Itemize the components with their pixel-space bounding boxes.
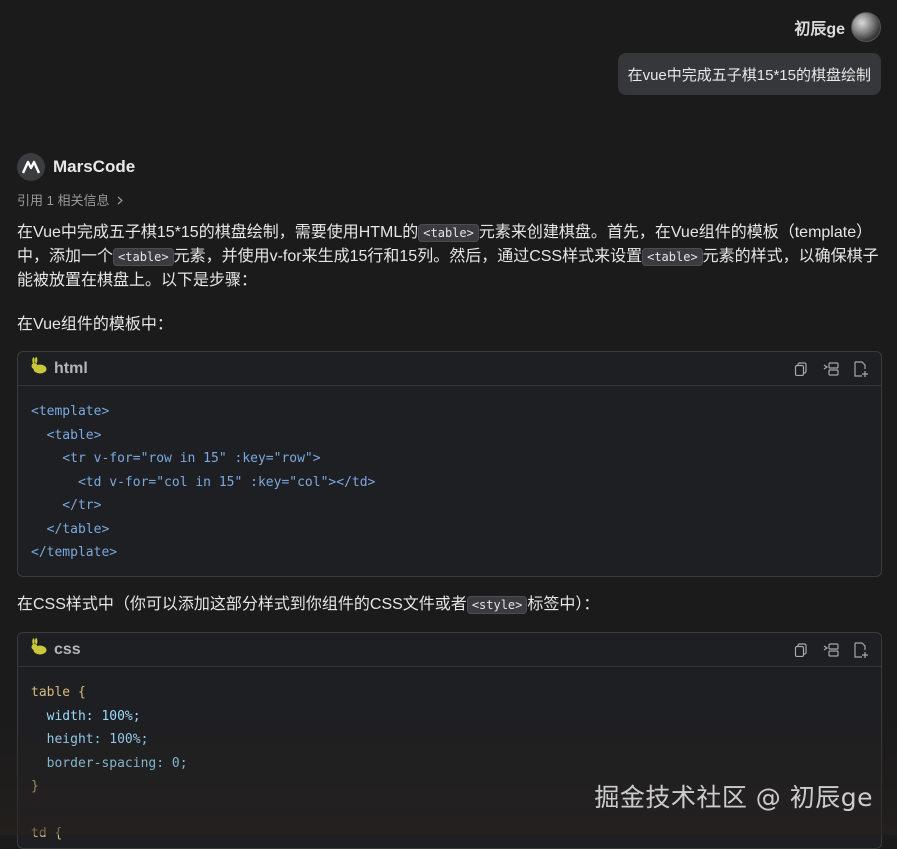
marscode-logo-icon: [17, 153, 45, 181]
p3-text-a: 在CSS样式中（你可以添加这部分样式到你组件的CSS文件或者: [17, 596, 467, 613]
code-language: css: [54, 640, 81, 658]
code-token: </table>: [31, 521, 110, 537]
assistant-header: MarsCode: [17, 153, 135, 181]
code-line: <table>: [31, 427, 102, 443]
references-label: 引用 1 相关信息: [17, 193, 110, 208]
inline-code-table: <table>: [642, 248, 703, 266]
user-name: 初辰ge: [794, 21, 845, 38]
user-row: 初辰ge: [794, 12, 881, 42]
rabbit-icon: [30, 357, 48, 380]
code-token: width: 100%;: [31, 708, 141, 724]
copy-icon[interactable]: [793, 361, 809, 377]
chevron-right-icon: [117, 193, 124, 208]
code-line: <tr v-for="row in 15" :key="row">: [31, 451, 321, 466]
code-body: <template> <table> <tr v-for="row in 15"…: [18, 386, 881, 576]
user-message-bubble: 在vue中完成五子棋15*15的棋盘绘制: [617, 53, 881, 95]
code-token: td {: [31, 826, 63, 841]
answer-paragraph-3: 在CSS样式中（你可以添加这部分样式到你组件的CSS文件或者 <style> 标签中…: [17, 593, 880, 617]
code-line: table {: [31, 685, 86, 700]
code-token: height: 100%;: [31, 732, 149, 747]
code-block-header: html: [18, 352, 881, 386]
code-line: width: 100%;: [31, 709, 141, 724]
watermark: 掘金技术社区 @ 初辰ge: [594, 783, 873, 812]
p1-text-c: 元素，并使用v-for来生成15行和15列。然后，通过CSS样式来设置: [173, 248, 643, 265]
rabbit-icon: [30, 638, 48, 661]
inline-code-style: <style>: [466, 596, 528, 614]
code-line: </template>: [31, 545, 117, 560]
code-token: </template>: [31, 545, 118, 560]
assistant-name: MarsCode: [53, 157, 136, 176]
code-token: <td v-for="col in 15" :key="col"></td>: [31, 474, 376, 490]
code-token: <template>: [31, 404, 110, 419]
code-token: <tr v-for="row in 15" :key="row">: [31, 451, 321, 466]
code-token: }: [31, 779, 39, 794]
code-line: <template>: [31, 404, 109, 419]
code-token: border-spacing: 0;: [31, 755, 188, 771]
p1-text-a: 在Vue中完成五子棋15*15的棋盘绘制，需要使用HTML的: [17, 224, 419, 241]
insert-icon[interactable]: [823, 642, 839, 658]
user-avatar[interactable]: [851, 12, 881, 42]
code-block-html: html <template> <table> <tr v-for="row i…: [17, 351, 882, 577]
p3-text-b: 标签中）：: [527, 596, 600, 613]
new-file-icon[interactable]: [853, 360, 869, 377]
code-line: height: 100%;: [31, 732, 149, 747]
references-link[interactable]: 引用 1 相关信息: [17, 190, 124, 209]
code-line: </tr>: [31, 498, 101, 513]
copy-icon[interactable]: [793, 642, 809, 658]
code-body: table { width: 100%; height: 100%; borde…: [18, 667, 881, 848]
code-token: <table>: [31, 427, 102, 443]
answer-paragraph-2: 在Vue组件的模板中：: [17, 316, 173, 333]
code-token: table {: [31, 685, 86, 700]
code-line: border-spacing: 0;: [31, 756, 188, 771]
code-token: </tr>: [31, 498, 102, 513]
code-block-css: css table { width: 100%; height: 100%; b…: [17, 632, 882, 849]
user-message-text: 在vue中完成五子棋15*15的棋盘绘制: [627, 66, 871, 84]
code-line: </table>: [31, 521, 110, 537]
answer-paragraph-1: 在Vue中完成五子棋15*15的棋盘绘制，需要使用HTML的 <table> 元素来…: [17, 221, 880, 293]
code-line: }: [31, 779, 39, 794]
new-file-icon[interactable]: [853, 641, 869, 658]
inline-code-table: <table>: [113, 248, 174, 266]
code-block-header: css: [18, 633, 881, 667]
code-line: td {: [31, 826, 62, 841]
insert-icon[interactable]: [823, 361, 839, 377]
code-language: html: [54, 359, 88, 377]
inline-code-table: <table>: [418, 224, 479, 242]
code-line: <td v-for="col in 15" :key="col"></td>: [31, 475, 375, 490]
